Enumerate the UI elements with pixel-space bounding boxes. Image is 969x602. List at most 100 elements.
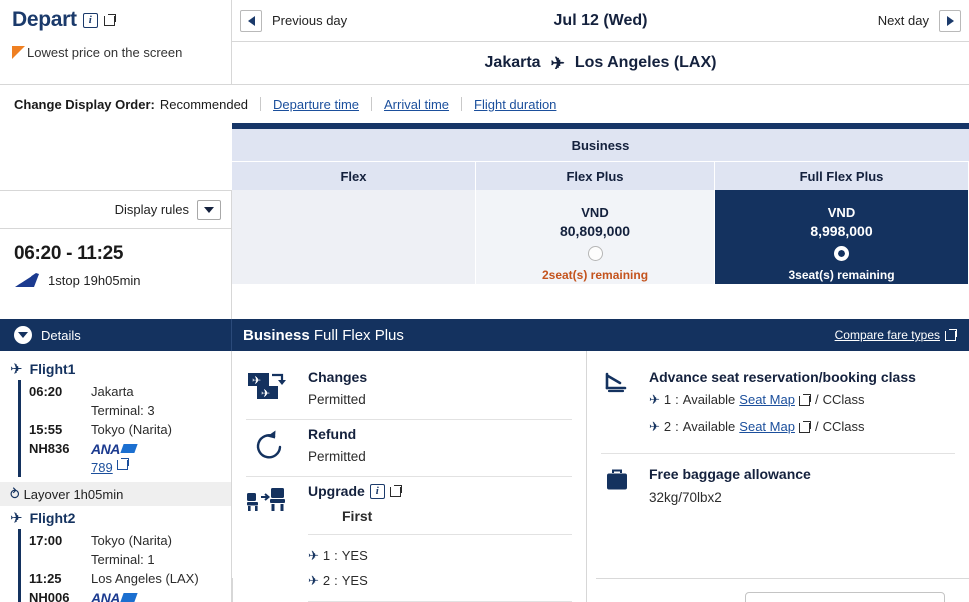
aircraft-type-link[interactable]: 789: [91, 458, 113, 477]
display-rules-dropdown-button[interactable]: [197, 200, 221, 220]
ana-slash-icon: [120, 593, 137, 602]
arrival-airport: Los Angeles (LAX): [91, 569, 199, 588]
fare-cell-flex-plus[interactable]: VND 80,809,000 2seat(s) remaining: [476, 190, 715, 284]
fare-column-header-label[interactable]: Flex: [232, 162, 476, 190]
display-order-bar: Change Display Order: Recommended Depart…: [0, 85, 969, 123]
svg-text:✈: ✈: [261, 387, 270, 400]
flight-times: 06:20 - 11:25: [14, 243, 231, 265]
airplane-icon: ✈: [649, 414, 660, 439]
seat-map-link[interactable]: Seat Map: [739, 414, 795, 439]
rule-refund-title: Refund: [308, 426, 572, 442]
upgrade-segment-value: YES: [342, 543, 368, 568]
external-link-icon[interactable]: [104, 14, 116, 26]
refund-arrow-icon: [246, 426, 292, 464]
seats-remaining: 2seat(s) remaining: [542, 268, 648, 282]
seat-upgrade-icon: [246, 483, 292, 602]
flight-number: NH006: [29, 588, 91, 602]
airline-name: ANA: [91, 591, 120, 602]
aircraft-row: 789: [29, 458, 231, 477]
page-title: Depart: [12, 8, 77, 32]
flight-stop-info: 1stop 19h05min: [14, 273, 231, 288]
upgrade-segment-row: ✈ 2 : YES: [308, 568, 572, 593]
ana-slash-icon: [120, 444, 137, 453]
external-link-icon[interactable]: [799, 394, 811, 406]
airplane-icon: ✈: [10, 511, 23, 526]
chevron-right-icon: [947, 16, 954, 26]
airplane-icon: ✈: [308, 543, 319, 568]
sort-departure-time[interactable]: Departure time: [273, 97, 359, 112]
departure-terminal: Terminal: 1: [29, 550, 231, 569]
info-icon[interactable]: i: [83, 13, 98, 28]
selected-fare-name: Full Flex Plus: [314, 327, 404, 344]
seat-status: Available: [683, 387, 736, 412]
flight-2-segment: 17:00 Tokyo (Narita) Terminal: 1 11:25 L…: [0, 529, 231, 602]
details-label: Details: [41, 328, 81, 343]
ana-logo-icon: ANA: [91, 439, 136, 458]
separator: :: [675, 387, 679, 412]
rule-changes-title: Changes: [308, 369, 572, 385]
depart-heading-row: Depart i: [12, 8, 221, 32]
flight-change-icon: ✈ ✈: [246, 369, 292, 407]
separator: /: [815, 414, 819, 439]
fare-rules-panel: ✈ ✈ Changes Permitted: [232, 351, 587, 602]
next-day-button[interactable]: [939, 10, 961, 32]
info-icon[interactable]: i: [370, 484, 385, 499]
fare-column-header-label[interactable]: Full Flex Plus: [715, 162, 969, 190]
flight-1-label: Flight1: [30, 361, 76, 377]
date-navigation: Previous day Jul 12 (Wed) Next day: [232, 0, 969, 42]
footer-divider: [596, 578, 969, 579]
segment-rows: 06:20 Jakarta Terminal: 3 15:55 Tokyo (N…: [29, 380, 231, 477]
compare-fare-types-label: Compare fare types: [835, 328, 940, 342]
fare-column-headers: Flex Flex Plus Full Flex Plus: [232, 162, 969, 190]
panel-divider: [232, 578, 233, 602]
departure-terminal: Terminal: 3: [29, 401, 231, 420]
departure-row: 17:00 Tokyo (Narita): [29, 531, 231, 550]
previous-day-button[interactable]: [240, 10, 262, 32]
seats-remaining: 3seat(s) remaining: [788, 268, 894, 282]
sort-flight-duration[interactable]: Flight duration: [474, 97, 556, 112]
fare-table-body: Display rules 06:20 - 11:25: [0, 190, 969, 319]
external-link-icon[interactable]: [799, 421, 811, 433]
chevron-down-icon: [18, 332, 28, 338]
flight-number-row: NH836 ANA: [29, 439, 231, 458]
fare-cell-full-flex-plus[interactable]: VND 8,998,000 3seat(s) remaining: [715, 190, 969, 284]
layover-row: ⥁ Layover 1h05min: [0, 482, 231, 506]
svg-text:✈: ✈: [252, 374, 261, 387]
fare-column-flex-plus: Flex Plus: [476, 162, 715, 190]
airplane-icon: ✈: [649, 387, 660, 412]
ana-tail-icon: [14, 273, 40, 288]
baggage-title: Free baggage allowance: [649, 466, 811, 482]
rule-refund: Refund Permitted: [246, 420, 572, 477]
external-link-icon[interactable]: [117, 458, 129, 470]
booking-class: CClass: [823, 414, 865, 439]
arrival-airport: Tokyo (Narita): [91, 420, 172, 439]
fare-radio-button-selected[interactable]: [834, 246, 849, 261]
divider: [371, 97, 372, 111]
flight-number: NH836: [29, 439, 91, 458]
seat-map-link[interactable]: Seat Map: [739, 387, 795, 412]
next-day-label[interactable]: Next day: [878, 13, 929, 28]
details-toggle-button[interactable]: Details: [0, 319, 232, 351]
price-amount: 8,998,000: [810, 222, 872, 241]
external-link-icon[interactable]: [390, 485, 402, 497]
chevron-down-circle-icon: [14, 326, 32, 344]
flight-number-row: NH006 ANA: [29, 588, 231, 602]
rule-upgrade: Upgrade i First ✈ 1 : YES ✈: [246, 477, 572, 602]
compare-fare-types-link[interactable]: Compare fare types: [835, 328, 957, 342]
flight-1-segment: 06:20 Jakarta Terminal: 3 15:55 Tokyo (N…: [0, 380, 231, 477]
sort-arrival-time[interactable]: Arrival time: [384, 97, 449, 112]
currency-label: VND: [828, 204, 855, 222]
selected-cabin: Business: [243, 327, 310, 344]
upgrade-segment-number: 2: [323, 568, 330, 593]
fare-column-header-label[interactable]: Flex Plus: [476, 162, 715, 190]
rule-upgrade-label: Upgrade: [308, 483, 365, 499]
chevron-down-icon: [204, 207, 214, 213]
layover-label: Layover 1h05min: [24, 487, 124, 502]
fare-radio-button[interactable]: [588, 246, 603, 261]
services-panel: Advance seat reservation/booking class ✈…: [587, 351, 969, 602]
rule-upgrade-title: Upgrade i: [308, 483, 572, 499]
seat-reservation-row: ✈ 2 : Available Seat Map / CClass: [649, 414, 916, 439]
previous-day-label[interactable]: Previous day: [272, 13, 347, 28]
footer-action-button[interactable]: [745, 592, 945, 602]
stops-duration: 1stop 19h05min: [48, 273, 141, 288]
